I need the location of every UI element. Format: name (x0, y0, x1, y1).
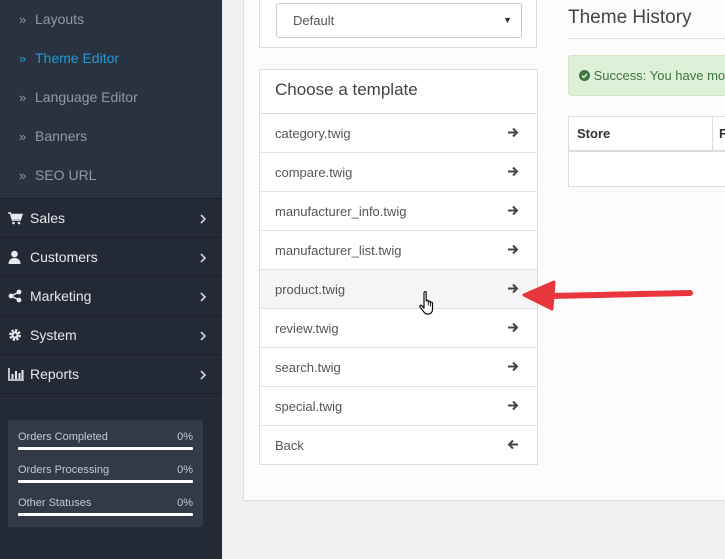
chevron-right-icon (200, 328, 207, 344)
chevron-right-icon (200, 367, 207, 383)
sidebar-item-label: Reports (30, 366, 80, 382)
sidebar-item-label: Language Editor (35, 89, 138, 105)
double-chevron-right-icon: » (19, 168, 27, 183)
arrow-left-icon (507, 438, 519, 453)
template-item-special[interactable]: special.twig (260, 387, 537, 426)
store-select-panel: Default ▼ (259, 0, 537, 48)
bar-chart-icon (8, 367, 30, 381)
arrow-right-icon (507, 165, 519, 180)
template-item-label: search.twig (275, 359, 341, 375)
arrow-right-icon (507, 321, 519, 336)
template-item-category[interactable]: category.twig (260, 114, 537, 153)
stat-percent: 0% (177, 464, 193, 476)
template-item-back[interactable]: Back (260, 426, 537, 465)
divider (712, 117, 713, 151)
sidebar-item-label: Marketing (30, 288, 92, 304)
column-header[interactable]: F (719, 126, 725, 141)
sidebar-item-marketing[interactable]: Marketing (0, 276, 222, 315)
order-stats-box: Orders Completed 0% Orders Processing 0%… (8, 420, 203, 527)
template-item-label: product.twig (275, 281, 346, 297)
sidebar-item-theme-editor[interactable]: » Theme Editor (0, 39, 222, 78)
arrow-right-icon (507, 204, 519, 219)
template-panel-heading: Choose a template (260, 70, 537, 114)
gear-icon (8, 328, 30, 342)
progress-bar (18, 513, 193, 516)
template-item-review[interactable]: review.twig (260, 309, 537, 348)
template-item-label: manufacturer_info.twig (275, 203, 407, 219)
sidebar-item-label: Banners (35, 128, 88, 144)
sidebar-item-sales[interactable]: Sales (0, 198, 222, 237)
divider (569, 150, 725, 152)
template-item-search[interactable]: search.twig (260, 348, 537, 387)
column-header-store[interactable]: Store (577, 126, 610, 141)
sidebar-item-banners[interactable]: » Banners (0, 117, 222, 156)
theme-history-table: Store F (568, 116, 725, 187)
stat-label: Other Statuses (18, 497, 92, 509)
alert-text: Success: You have mo (593, 68, 725, 83)
sidebar-item-seo-url[interactable]: » SEO URL (0, 156, 222, 195)
design-submenu: » Layouts » Theme Editor » Language Edit… (0, 0, 222, 198)
sidebar-item-language-editor[interactable]: » Language Editor (0, 78, 222, 117)
stat-label: Orders Completed (18, 431, 108, 443)
template-item-label: special.twig (275, 398, 343, 414)
arrow-right-icon (507, 282, 519, 297)
sidebar-item-label: System (30, 327, 77, 343)
progress-bar (18, 480, 193, 483)
store-select-value: Default (293, 13, 335, 28)
chevron-right-icon (200, 289, 207, 305)
template-item-label: category.twig (275, 125, 351, 141)
double-chevron-right-icon: » (19, 51, 27, 66)
sidebar-item-label: Sales (30, 210, 66, 226)
sidebar-item-reports[interactable]: Reports (0, 354, 222, 393)
template-item-manufacturer-info[interactable]: manufacturer_info.twig (260, 192, 537, 231)
template-item-manufacturer-list[interactable]: manufacturer_list.twig (260, 231, 537, 270)
success-alert: Success: You have mo (568, 55, 725, 96)
progress-bar (18, 447, 193, 450)
stat-percent: 0% (177, 431, 193, 443)
sidebar-item-layouts[interactable]: » Layouts (0, 0, 222, 39)
check-circle-icon (579, 68, 590, 83)
template-item-product[interactable]: product.twig (260, 270, 537, 309)
arrow-right-icon (507, 126, 519, 141)
share-icon (8, 289, 30, 303)
user-icon (8, 250, 30, 264)
double-chevron-right-icon: » (19, 129, 27, 144)
sidebar-item-label: SEO URL (35, 167, 97, 183)
chevron-right-icon (200, 250, 207, 266)
template-item-label: Back (275, 438, 304, 453)
stat-percent: 0% (177, 497, 193, 509)
arrow-right-icon (507, 399, 519, 414)
double-chevron-right-icon: » (19, 90, 27, 105)
hand-cursor-icon (419, 291, 434, 315)
arrow-right-icon (507, 243, 519, 258)
store-select[interactable]: Default ▼ (276, 3, 522, 38)
sidebar-item-system[interactable]: System (0, 315, 222, 354)
template-item-label: compare.twig (275, 164, 353, 180)
caret-down-icon: ▼ (503, 15, 512, 25)
arrow-right-icon (507, 360, 519, 375)
template-item-compare[interactable]: compare.twig (260, 153, 537, 192)
sidebar-item-label: Customers (30, 249, 98, 265)
divider (0, 393, 222, 394)
shopping-cart-icon (8, 211, 30, 225)
stat-label: Orders Processing (18, 464, 110, 476)
template-item-label: review.twig (275, 320, 339, 336)
sidebar-item-customers[interactable]: Customers (0, 237, 222, 276)
divider (568, 38, 725, 39)
sidebar-item-label: Theme Editor (35, 50, 120, 66)
template-panel: Choose a template category.twig compare.… (259, 69, 538, 465)
sidebar-item-label: Layouts (35, 11, 85, 27)
theme-history-title: Theme History (568, 7, 692, 28)
sidebar: » Layouts » Theme Editor » Language Edit… (0, 0, 222, 559)
template-item-label: manufacturer_list.twig (275, 242, 402, 258)
annotation-arrow (522, 280, 693, 311)
chevron-right-icon (200, 211, 207, 227)
double-chevron-right-icon: » (19, 12, 27, 27)
